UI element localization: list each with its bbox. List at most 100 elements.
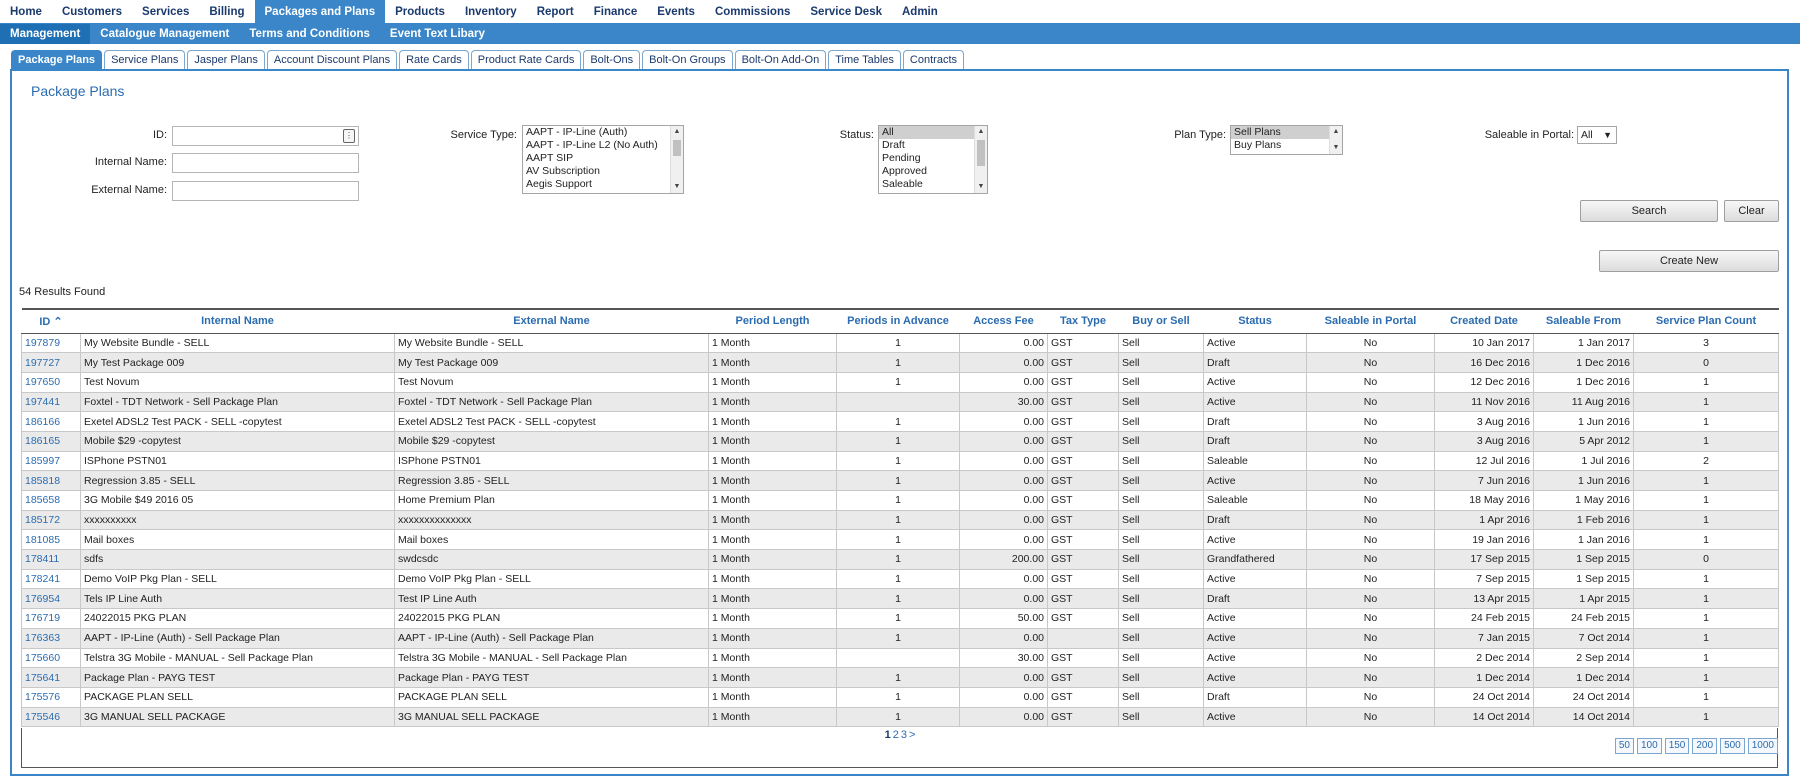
tab-bolt-on-groups[interactable]: Bolt-On Groups <box>642 50 733 70</box>
column-header-saleable-from[interactable]: Saleable From <box>1533 308 1634 334</box>
page-size-1000[interactable]: 1000 <box>1747 738 1778 754</box>
option-saleable[interactable]: Saleable <box>879 178 987 191</box>
service-type-scrollbar[interactable]: ▲ ▼ <box>670 126 683 193</box>
column-header-buy-or-sell[interactable]: Buy or Sell <box>1118 308 1204 334</box>
table-row[interactable]: 197727 My Test Package 009 My Test Package… <box>21 352 1779 373</box>
option-approved[interactable]: Approved <box>879 165 987 178</box>
option-sell-plans[interactable]: Sell Plans <box>1231 126 1342 139</box>
option-av-subscription[interactable]: AV Subscription <box>523 165 683 178</box>
status-scrollbar[interactable]: ▲ ▼ <box>974 126 987 193</box>
id-input[interactable] <box>172 126 359 146</box>
plan-type-listbox[interactable]: Sell Plans Buy Plans ▲ ▼ <box>1230 125 1343 155</box>
option-aapt-ip-line-auth[interactable]: AAPT - IP-Line (Auth) <box>523 126 683 139</box>
table-row[interactable]: 186166 Exetel ADSL2 Test PACK - SELL -cop… <box>21 411 1779 432</box>
page-size-150[interactable]: 150 <box>1664 738 1690 754</box>
plan-id-link[interactable]: 197650 <box>25 376 60 388</box>
plan-id-link[interactable]: 185818 <box>25 475 60 487</box>
option-aapt-ip-line-l2-no-auth[interactable]: AAPT - IP-Line L2 (No Auth) <box>523 139 683 152</box>
plan-id-link[interactable]: 175546 <box>25 711 60 723</box>
column-header-period-length[interactable]: Period Length <box>708 308 837 334</box>
plan-id-link[interactable]: 178241 <box>25 573 60 585</box>
table-row[interactable]: 175641 Package Plan - PAYG TEST Package Pl… <box>21 667 1779 688</box>
tab-product-rate-cards[interactable]: Product Rate Cards <box>470 50 582 70</box>
top-nav-home[interactable]: Home <box>0 0 52 23</box>
search-button[interactable]: Search <box>1580 200 1718 222</box>
clear-button[interactable]: Clear <box>1724 200 1779 222</box>
top-nav-admin[interactable]: Admin <box>892 0 948 23</box>
option-aegis-support[interactable]: Aegis Support <box>523 178 683 191</box>
plan-id-link[interactable]: 178411 <box>25 553 59 565</box>
top-nav-packages-and-plans[interactable]: Packages and Plans <box>254 0 386 23</box>
page-size-50[interactable]: 50 <box>1614 738 1634 754</box>
table-row[interactable]: 197879 My Website Bundle - SELL My Website… <box>21 332 1779 354</box>
plan-id-link[interactable]: 186166 <box>25 416 60 428</box>
top-nav-inventory[interactable]: Inventory <box>455 0 527 23</box>
external-name-input[interactable] <box>172 181 359 201</box>
table-row[interactable]: 175576 PACKAGE PLAN SELL PACKAGE PLAN SELL… <box>21 686 1779 708</box>
table-row[interactable]: 197441 Foxtel - TDT Network - Sell Packag… <box>21 391 1779 413</box>
calculator-icon[interactable]: ⋮ <box>343 129 355 143</box>
plan-id-link[interactable]: 197727 <box>25 357 60 369</box>
tab-time-tables[interactable]: Time Tables <box>828 50 901 70</box>
page-link-3[interactable]: 3 <box>901 729 907 741</box>
top-nav-billing[interactable]: Billing <box>199 0 254 23</box>
sub-nav-catalogue-management[interactable]: Catalogue Management <box>90 24 239 44</box>
option-draft[interactable]: Draft <box>879 139 987 152</box>
table-row[interactable]: 185658 3G Mobile $49 2016 05 Home Premium … <box>21 490 1779 511</box>
table-row[interactable]: 178411 sdfs swdcsdc 1 Month 1 200.00 GST Sell Gr… <box>21 549 1779 570</box>
top-nav-customers[interactable]: Customers <box>52 0 132 23</box>
internal-name-input[interactable] <box>172 153 359 173</box>
page-link-1[interactable]: 1 <box>885 729 891 741</box>
scroll-down-icon[interactable]: ▼ <box>1330 143 1342 153</box>
sort-ascending-icon[interactable]: ⌃ <box>50 316 62 328</box>
tab-rate-cards[interactable]: Rate Cards <box>399 50 469 70</box>
table-row[interactable]: 175660 Telstra 3G Mobile - MANUAL - Sell … <box>21 647 1779 669</box>
plan-id-link[interactable]: 176954 <box>25 593 60 605</box>
column-header-periods-in-advance[interactable]: Periods in Advance <box>836 308 960 334</box>
column-header-created-date[interactable]: Created Date <box>1434 308 1534 334</box>
table-row[interactable]: 185818 Regression 3.85 - SELL Regression 3… <box>21 470 1779 491</box>
column-header-access-fee[interactable]: Access Fee <box>959 308 1048 334</box>
option-buy-plans[interactable]: Buy Plans <box>1231 139 1342 152</box>
tab-service-plans[interactable]: Service Plans <box>104 50 186 70</box>
tab-contracts[interactable]: Contracts <box>902 50 964 70</box>
option-pending[interactable]: Pending <box>879 152 987 165</box>
page-link-2[interactable]: 2 <box>893 729 899 741</box>
top-nav-commissions[interactable]: Commissions <box>705 0 800 23</box>
table-row[interactable]: 197650 Test Novum Test Novum 1 Month 1 0.00 GS… <box>21 371 1779 393</box>
scroll-up-icon[interactable]: ▲ <box>1330 127 1342 137</box>
plan-id-link[interactable]: 176363 <box>25 632 60 644</box>
create-new-button[interactable]: Create New <box>1599 250 1779 272</box>
page-size-100[interactable]: 100 <box>1637 738 1662 754</box>
scroll-down-icon[interactable]: ▼ <box>671 182 683 192</box>
plan-id-link[interactable]: 176719 <box>25 612 60 624</box>
plan-id-link[interactable]: 175641 <box>25 672 60 684</box>
column-header-internal-name[interactable]: Internal Name <box>80 308 395 334</box>
column-header-id[interactable]: ID ⌃ <box>21 308 81 334</box>
top-nav-services[interactable]: Services <box>132 0 199 23</box>
plan-id-link[interactable]: 185658 <box>25 494 60 506</box>
plan-id-link[interactable]: 185172 <box>25 514 60 526</box>
saleable-select[interactable]: All ▼ <box>1577 126 1617 144</box>
scroll-down-icon[interactable]: ▼ <box>975 182 987 192</box>
table-row[interactable]: 176719 24022015 PKG PLAN 24022015 PKG PLAN… <box>21 608 1779 629</box>
option-aapt-sip[interactable]: AAPT SIP <box>523 152 683 165</box>
plan-id-link[interactable]: 186165 <box>25 435 60 447</box>
status-listbox[interactable]: All Draft Pending Approved Saleable ▲ ▼ <box>878 125 988 194</box>
tab-package-plans[interactable]: Package Plans <box>11 50 103 70</box>
plan-id-link[interactable]: 197441 <box>25 396 60 408</box>
top-nav-report[interactable]: Report <box>527 0 584 23</box>
page-size-200[interactable]: 200 <box>1692 738 1718 754</box>
table-row[interactable]: 176363 AAPT - IP-Line (Auth) - Sell Packa… <box>21 627 1779 649</box>
plan-id-link[interactable]: 175576 <box>25 691 60 703</box>
tab-bolt-ons[interactable]: Bolt-Ons <box>583 50 641 70</box>
column-header-tax-type[interactable]: Tax Type <box>1047 308 1119 334</box>
top-nav-products[interactable]: Products <box>385 0 455 23</box>
page-size-500[interactable]: 500 <box>1720 738 1745 754</box>
service-type-listbox[interactable]: AAPT - IP-Line (Auth) AAPT - IP-Line L2 (… <box>522 125 684 194</box>
tab-account-discount-plans[interactable]: Account Discount Plans <box>266 50 398 70</box>
table-row[interactable]: 178241 Demo VoIP Pkg Plan - SELL Demo VoIP… <box>21 568 1779 590</box>
plan-id-link[interactable]: 197879 <box>25 337 60 349</box>
tab-jasper-plans[interactable]: Jasper Plans <box>187 50 265 70</box>
plan-id-link[interactable]: 181085 <box>25 534 60 546</box>
